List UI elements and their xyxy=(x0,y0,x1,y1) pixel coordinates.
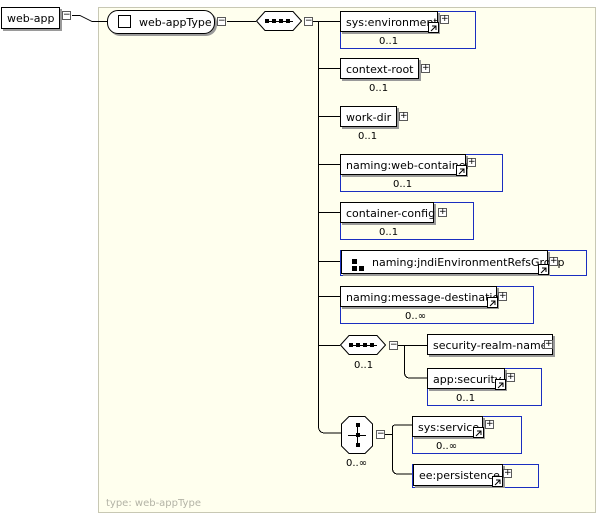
element-label: ee:persistence xyxy=(419,469,500,482)
element-container-config[interactable]: container-config xyxy=(340,202,436,223)
collapse-icon[interactable]: − xyxy=(217,17,226,26)
expand-icon[interactable]: + xyxy=(549,257,558,266)
type-icon xyxy=(118,15,131,28)
expand-icon[interactable]: + xyxy=(485,420,494,429)
element-naming-web-container[interactable]: naming:web-container xyxy=(340,154,470,175)
occurrence-label: 0..1 xyxy=(379,227,399,238)
complex-type-label: web-appType xyxy=(139,16,212,29)
element-label: context-root xyxy=(346,63,414,76)
group-label: naming:jndiEnvironmentRefsGroup xyxy=(372,256,565,269)
reference-arrow-icon xyxy=(495,379,506,390)
element-label: sys:service xyxy=(418,421,480,434)
expand-icon[interactable]: + xyxy=(498,292,507,301)
occurrence-label: 0..1 xyxy=(456,393,476,404)
expand-icon[interactable]: + xyxy=(544,340,553,349)
occurrence-label: 0..1 xyxy=(354,360,374,371)
element-label: naming:message-destination xyxy=(346,291,507,304)
expand-icon[interactable]: + xyxy=(467,158,476,167)
expand-icon[interactable]: + xyxy=(506,373,515,382)
expand-icon[interactable]: + xyxy=(438,208,447,217)
element-security-realm-name[interactable]: security-realm-name xyxy=(427,334,554,355)
collapse-icon[interactable]: − xyxy=(304,17,313,26)
occurrence-label: 0..∞ xyxy=(436,441,458,452)
group-icon xyxy=(352,257,365,271)
element-app-security[interactable]: app:security xyxy=(427,368,505,389)
reference-arrow-icon xyxy=(428,22,439,33)
occurrence-label: 0..1 xyxy=(369,83,389,94)
element-context-root[interactable]: context-root xyxy=(340,58,420,79)
occurrence-label: 0..1 xyxy=(393,179,413,190)
reference-arrow-icon xyxy=(473,427,484,438)
element-ee-persistence[interactable]: ee:persistence xyxy=(413,464,503,486)
expand-icon[interactable]: + xyxy=(440,15,449,24)
complex-type-web-appType[interactable]: web-appType xyxy=(107,10,215,34)
occurrence-label: 0..∞ xyxy=(346,458,368,469)
reference-arrow-icon xyxy=(456,165,467,176)
reference-arrow-icon xyxy=(538,264,549,275)
element-work-dir[interactable]: work-dir xyxy=(340,106,398,127)
occurrence-label: 0..1 xyxy=(358,131,378,142)
element-label: work-dir xyxy=(346,111,392,124)
expand-icon[interactable]: + xyxy=(503,469,512,478)
group-naming-jndiEnvironmentRefsGroup[interactable]: naming:jndiEnvironmentRefsGroup xyxy=(341,250,564,274)
element-naming-message-destination[interactable]: naming:message-destination xyxy=(340,286,506,307)
element-label: app:security xyxy=(433,373,502,386)
expand-icon[interactable]: + xyxy=(399,112,408,121)
sequence-compositor-icon[interactable] xyxy=(255,11,303,31)
expand-icon[interactable]: + xyxy=(421,64,430,73)
sequence-compositor-icon[interactable] xyxy=(339,335,387,355)
collapse-icon[interactable]: − xyxy=(376,430,385,439)
collapse-icon[interactable]: − xyxy=(389,341,398,350)
element-label: naming:web-container xyxy=(346,159,470,172)
reference-arrow-icon xyxy=(492,476,503,487)
element-label: container-config xyxy=(346,207,436,220)
element-sys-environment[interactable]: sys:environment xyxy=(340,11,438,32)
occurrence-label: 0..∞ xyxy=(405,311,427,322)
occurrence-label: 0..1 xyxy=(379,36,399,47)
element-label: sys:environment xyxy=(346,16,438,29)
reference-arrow-icon xyxy=(487,297,498,308)
choice-compositor-icon[interactable] xyxy=(341,416,373,454)
element-label: security-realm-name xyxy=(433,339,548,352)
